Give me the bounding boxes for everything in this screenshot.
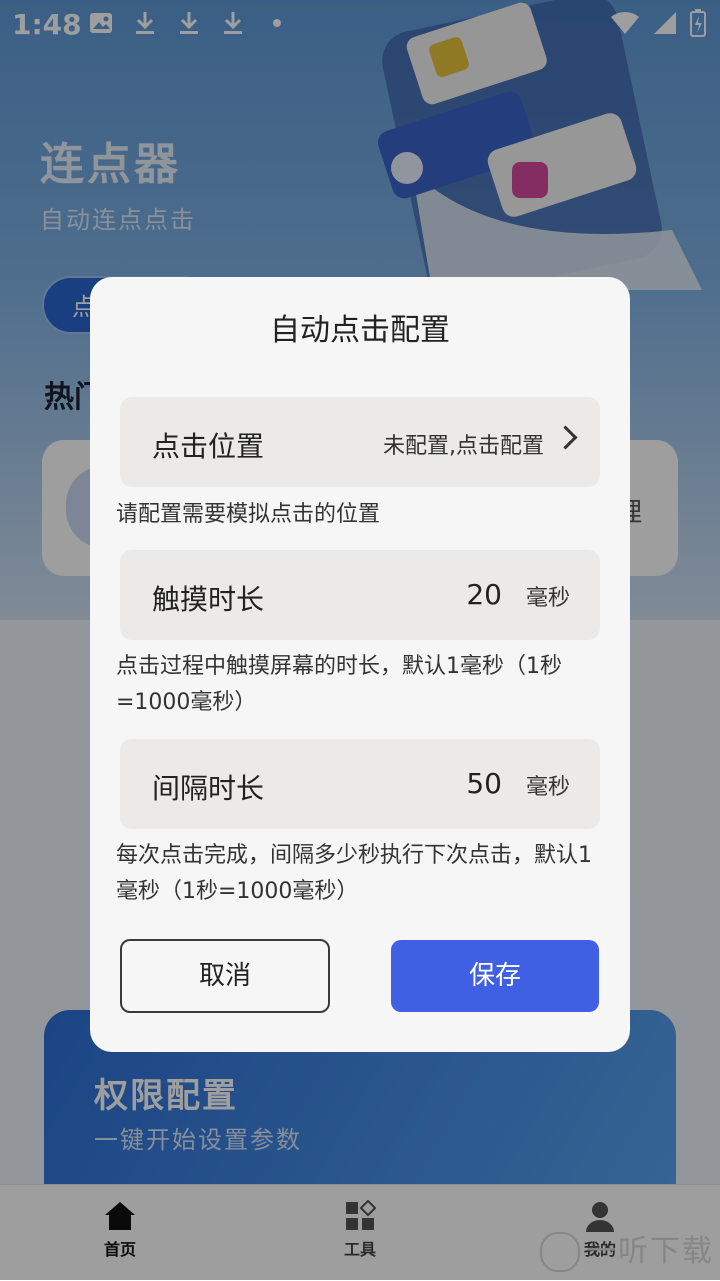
interval-duration-unit: 毫秒 [525,775,570,800]
touch-duration-row: 触摸时长 20 毫秒 [120,550,600,640]
chevron-right-icon [553,425,578,450]
interval-duration-label: 间隔时长 [152,772,265,805]
click-position-row[interactable]: 点击位置 未配置,点击配置 [120,397,600,487]
click-position-hint: 请配置需要模拟点击的位置 [116,502,381,527]
touch-duration-hint: 点击过程中触摸屏幕的时长，默认1毫秒（1秒=1000毫秒） [116,654,562,715]
cancel-button[interactable]: 取消 [120,939,330,1013]
interval-duration-input[interactable]: 50 [466,767,502,800]
touch-duration-input[interactable]: 20 [466,578,502,611]
touch-duration-unit: 毫秒 [525,586,570,611]
save-button[interactable]: 保存 [391,940,599,1012]
touch-duration-label: 触摸时长 [152,583,265,616]
interval-duration-hint: 每次点击完成，间隔多少秒执行下次点击，默认1毫秒（1秒=1000毫秒） [116,843,592,904]
click-position-value: 未配置,点击配置 [383,434,544,459]
dialog-title: 自动点击配置 [270,313,450,348]
click-position-label: 点击位置 [152,430,265,463]
interval-duration-row: 间隔时长 50 毫秒 [120,739,600,829]
auto-click-config-dialog: 自动点击配置 点击位置 未配置,点击配置 请配置需要模拟点击的位置 触摸时长 2… [90,277,630,1052]
